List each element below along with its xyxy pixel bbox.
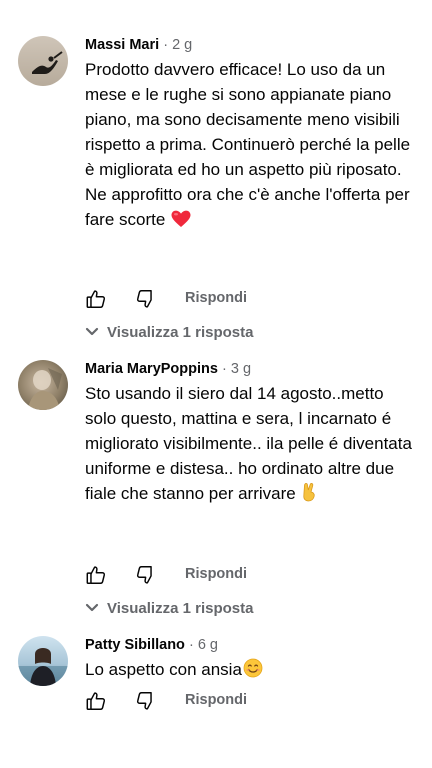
thumbs-up-icon[interactable] bbox=[85, 564, 107, 586]
thumbs-up-icon[interactable] bbox=[85, 690, 107, 712]
avatar[interactable] bbox=[18, 636, 68, 686]
thumbs-up-icon[interactable] bbox=[85, 288, 107, 310]
author-name[interactable]: Massi Mari bbox=[85, 37, 159, 53]
reply-button[interactable]: Rispondi bbox=[185, 692, 247, 708]
view-replies-label: Visualizza 1 risposta bbox=[107, 324, 254, 341]
timestamp[interactable]: 6 g bbox=[198, 637, 218, 653]
comment-actions: Rispondi bbox=[85, 564, 415, 588]
heart-emoji bbox=[171, 210, 191, 235]
comment-actions: Rispondi bbox=[85, 288, 415, 312]
comment-text: Sto usando il siero dal 14 agosto..metto… bbox=[85, 381, 415, 509]
comment-paragraph-text: Sto usando il siero dal 14 agosto..metto… bbox=[85, 384, 412, 503]
view-replies-link[interactable]: Visualizza 1 risposta bbox=[85, 324, 253, 344]
avatar[interactable] bbox=[18, 36, 68, 86]
comment-paragraph-text: Lo aspetto con ansia bbox=[85, 660, 242, 679]
timestamp[interactable]: 3 g bbox=[231, 361, 251, 377]
thumbs-down-icon[interactable] bbox=[135, 288, 157, 310]
thumbs-down-icon[interactable] bbox=[135, 564, 157, 586]
comment-text: Prodotto davvero efficace! Lo uso da un … bbox=[85, 57, 415, 235]
victory-hand-emoji bbox=[301, 482, 317, 509]
separator-dot: · bbox=[188, 637, 194, 653]
comment-paragraph: Prodotto davvero efficace! Lo uso da un … bbox=[85, 60, 411, 179]
separator-dot: · bbox=[163, 37, 169, 53]
comment-header: Maria MaryPoppins · 3 g bbox=[85, 360, 415, 378]
comment-paragraph-with-emoji: Lo aspetto con ansia bbox=[85, 657, 415, 685]
chevron-down-icon bbox=[85, 324, 101, 341]
timestamp[interactable]: 2 g bbox=[172, 37, 192, 53]
comment-text: Lo aspetto con ansia bbox=[85, 657, 415, 685]
reply-button[interactable]: Rispondi bbox=[185, 290, 247, 306]
comment-actions: Rispondi bbox=[85, 690, 415, 714]
comment-header: Patty Sibillano · 6 g bbox=[85, 636, 415, 654]
comment-paragraph-with-emoji: Sto usando il siero dal 14 agosto..metto… bbox=[85, 381, 415, 509]
author-name[interactable]: Maria MaryPoppins bbox=[85, 361, 218, 377]
reply-button[interactable]: Rispondi bbox=[185, 566, 247, 582]
view-replies-label: Visualizza 1 risposta bbox=[107, 600, 254, 617]
comment-paragraph-with-emoji: Ne approfitto ora che c'è anche l'offert… bbox=[85, 182, 415, 235]
smiling-face-emoji bbox=[243, 658, 263, 685]
comment-paragraph-text: Ne approfitto ora che c'è anche l'offert… bbox=[85, 185, 410, 229]
author-name[interactable]: Patty Sibillano bbox=[85, 637, 185, 653]
separator-dot: · bbox=[221, 361, 227, 377]
avatar[interactable] bbox=[18, 360, 68, 410]
thumbs-down-icon[interactable] bbox=[135, 690, 157, 712]
comment-header: Massi Mari · 2 g bbox=[85, 36, 415, 54]
view-replies-link[interactable]: Visualizza 1 risposta bbox=[85, 600, 253, 620]
chevron-down-icon bbox=[85, 600, 101, 617]
